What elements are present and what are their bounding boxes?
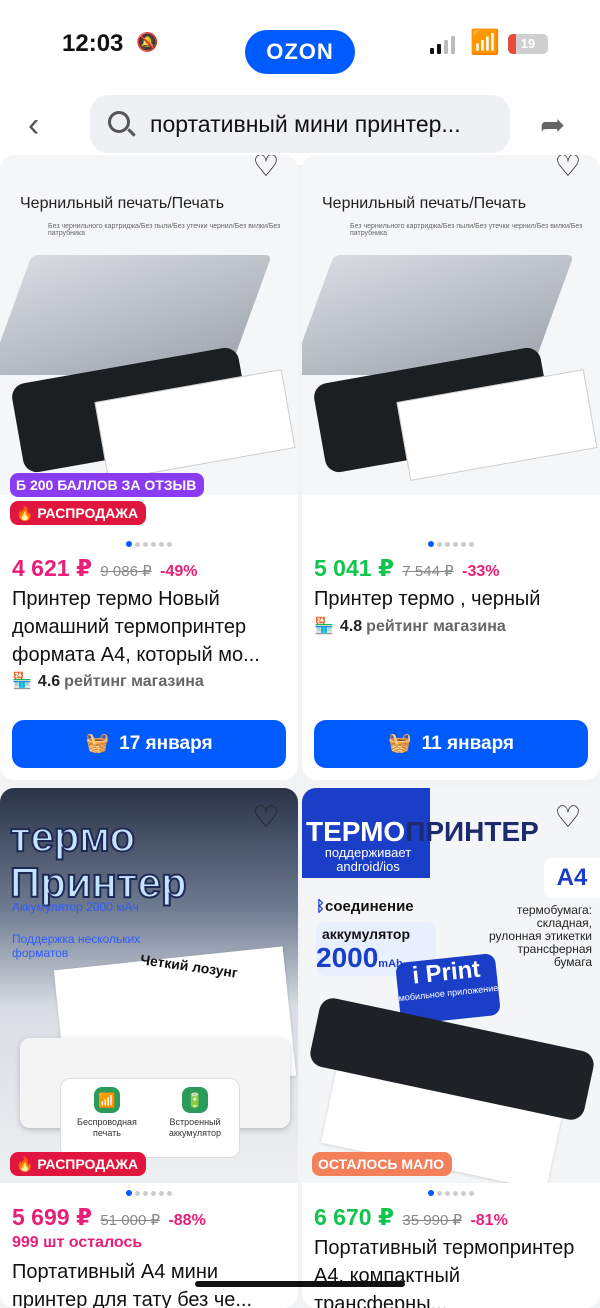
product-image[interactable]: Чернильный печать/Печать Без чернильного… (302, 155, 600, 495)
heart-icon[interactable]: ♡ (248, 800, 284, 836)
stock-left: 999 шт осталось (12, 1234, 143, 1251)
heart-icon[interactable]: ♡ (550, 800, 586, 836)
price: 5 699 ₽ (12, 1204, 92, 1230)
old-price: 51 000 ₽ (100, 1212, 160, 1229)
battery-icon: 19 (508, 34, 548, 54)
image-line: Аккумулятор 2000 мАч (12, 900, 139, 914)
basket-icon: 🧺 (387, 733, 412, 754)
product-title[interactable]: Принтер термо , черный (314, 585, 590, 613)
image-caption: Чернильный печать/Печать (322, 195, 527, 212)
chevron-left-icon[interactable]: ‹ (28, 108, 39, 142)
ozon-logo[interactable]: OZON (245, 30, 355, 74)
image-caption: Чернильный печать/Печать (20, 195, 225, 212)
old-price: 35 990 ₽ (402, 1212, 462, 1229)
wifi-icon: 📶 (470, 29, 500, 56)
product-image[interactable]: термо Принтер Аккумулятор 2000 мАч Подде… (0, 788, 298, 1183)
price: 5 041 ₽ (314, 555, 394, 581)
image-pagination (0, 541, 298, 547)
shop-icon: 🏪 (12, 673, 32, 690)
paper-size: A4 (544, 858, 600, 898)
price-row: 5 041 ₽ 7 544 ₽ -33% (314, 555, 499, 582)
discount: -33% (462, 563, 500, 580)
rating-value: 4.8 (339, 618, 363, 635)
search-header: ‹ портативный мини принтер... ➦ (0, 90, 600, 165)
connection-label: ᛒсоединение (316, 898, 414, 915)
product-card[interactable]: термо Принтер Аккумулятор 2000 мАч Подде… (0, 788, 298, 1308)
paper-types: термобумага: складная, рулонная этикетки… (488, 903, 592, 969)
product-title[interactable]: Портативный термопринтер А4, компактный … (314, 1234, 590, 1308)
feature-battery: Встроенный аккумулятор (168, 1117, 222, 1138)
delivery-date: 11 января (421, 733, 515, 754)
rating-value: 4.6 (37, 673, 61, 690)
share-arrow-icon[interactable]: ➦ (540, 108, 565, 143)
cellular-signal-icon (430, 36, 455, 54)
heart-icon[interactable]: ♡ (550, 155, 586, 185)
feature-wireless: Беспроводная печать (77, 1117, 137, 1138)
heart-icon[interactable]: ♡ (248, 155, 284, 185)
product-title[interactable]: Принтер термо Новый домашний термопринте… (12, 585, 288, 669)
shop-rating: 🏪 4.6 рейтинг магазина (12, 671, 204, 691)
search-query[interactable]: портативный мини принтер... (150, 111, 461, 138)
delivery-date: 17 января (119, 733, 213, 754)
product-card[interactable]: Чернильный печать/Печать Без чернильного… (302, 155, 600, 780)
low-stock-badge: ОСТАЛОСЬ МАЛО (312, 1152, 453, 1176)
search-input[interactable]: портативный мини принтер... (90, 95, 510, 153)
old-price: 9 086 ₽ (100, 563, 152, 580)
price-row: 6 670 ₽ 35 990 ₽ -81% (314, 1204, 508, 1231)
battery-level: 19 (520, 36, 536, 51)
status-bar: 12:03 🔕 OZON 📶 19 (0, 0, 600, 90)
shop-icon: 🏪 (314, 618, 334, 635)
rating-label: рейтинг магазина (366, 618, 506, 635)
product-image[interactable]: Чернильный печать/Печать Без чернильного… (0, 155, 298, 495)
mute-bell-icon: 🔕 (136, 32, 159, 52)
battery-icon: 🔋 (182, 1087, 208, 1113)
product-image[interactable]: ТЕРМОПРИНТЕР поддерживает android/ios A4… (302, 788, 600, 1183)
add-to-cart-button[interactable]: 🧺 17 января (12, 720, 286, 768)
discount: -49% (160, 563, 198, 580)
discount: -81% (470, 1212, 508, 1229)
image-support: поддерживает android/ios (324, 845, 412, 874)
home-indicator[interactable] (195, 1281, 405, 1287)
price: 4 621 ₽ (12, 555, 92, 581)
discount: -88% (168, 1212, 206, 1229)
review-points-badge: Б 200 БАЛЛОВ ЗА ОТЗЫВ (10, 473, 205, 497)
add-to-cart-button[interactable]: 🧺 11 января (314, 720, 588, 768)
sale-badge: 🔥 РАСПРОДАЖА (10, 1152, 147, 1176)
sale-badge: 🔥 РАСПРОДАЖА (10, 501, 147, 525)
image-subcaption: Без чернильного картриджа/Без пыли/Без у… (48, 223, 281, 237)
old-price: 7 544 ₽ (402, 563, 454, 580)
shop-rating: 🏪 4.8 рейтинг магазина (314, 616, 506, 636)
image-pagination (302, 1190, 600, 1196)
battery-label: аккумулятор (322, 926, 411, 942)
product-card[interactable]: ТЕРМОПРИНТЕР поддерживает android/ios A4… (302, 788, 600, 1308)
wifi-icon: 📶 (94, 1087, 120, 1113)
image-pagination (302, 541, 600, 547)
battery-value: 2000mAh (316, 942, 403, 973)
bluetooth-icon: ᛒ (316, 898, 326, 915)
image-title: ТЕРМОПРИНТЕР (306, 816, 539, 847)
image-pagination (0, 1190, 298, 1196)
search-icon (108, 111, 130, 133)
basket-icon: 🧺 (85, 733, 110, 754)
product-card[interactable]: Чернильный печать/Печать Без чернильного… (0, 155, 298, 780)
price-row: 4 621 ₽ 9 086 ₽ -49% (12, 555, 197, 582)
price-row: 5 699 ₽ 51 000 ₽ -88% (12, 1204, 206, 1231)
feature-box: 📶 Беспроводная печать 🔋 Встроенный аккумул… (60, 1078, 240, 1158)
status-time: 12:03 (62, 30, 124, 57)
price: 6 670 ₽ (314, 1204, 394, 1230)
rating-label: рейтинг магазина (64, 673, 204, 690)
image-subcaption: Без чернильного картриджа/Без пыли/Без у… (350, 223, 583, 237)
